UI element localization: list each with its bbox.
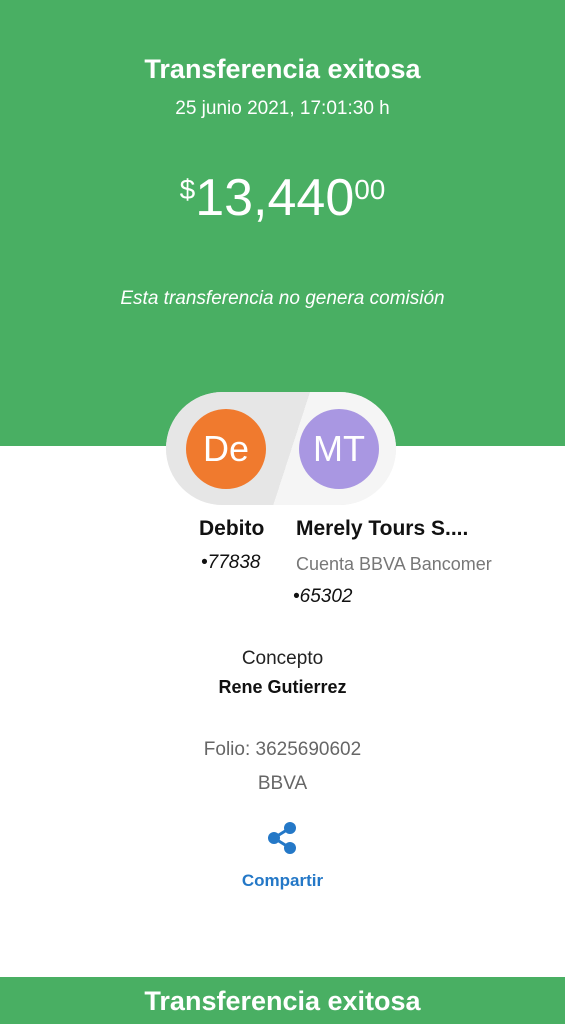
amount-main: 13,440 — [195, 169, 355, 227]
concept-value: Rene Gutierrez — [218, 677, 347, 697]
origin-account-name: Debito — [199, 517, 265, 540]
origin-avatar: De — [186, 409, 266, 489]
amount-cents: 00 — [354, 174, 386, 205]
bank-name: BBVA — [257, 773, 308, 794]
share-button[interactable]: Compartir — [0, 871, 565, 891]
destination-name: Merely Tours S.... — [296, 517, 469, 540]
amount-currency: $ — [179, 174, 196, 205]
commission-note: Esta transferencia no genera comisión — [120, 288, 445, 309]
destination-account-number: •65302 — [293, 586, 353, 607]
transfer-datetime: 25 junio 2021, 17:01:30 h — [175, 98, 390, 119]
transfer-parties-pill: De MT — [166, 392, 396, 505]
destination-avatar: MT — [299, 409, 379, 489]
share-icon[interactable] — [264, 820, 300, 856]
transfer-amount: $13,44000 — [0, 168, 565, 228]
folio-number: Folio: 3625690602 — [203, 739, 362, 760]
footer-title: Transferencia exitosa — [144, 986, 421, 1016]
origin-account-number: •77838 — [201, 552, 261, 573]
page-title: Transferencia exitosa — [144, 54, 421, 84]
destination-bank: Cuenta BBVA Bancomer — [296, 554, 492, 574]
concept-label: Concepto — [241, 648, 324, 669]
